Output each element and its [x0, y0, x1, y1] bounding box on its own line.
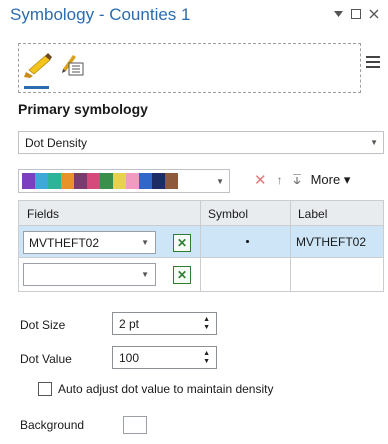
field-dropdown[interactable]: ▼ [23, 263, 156, 286]
column-divider [290, 201, 291, 291]
primary-symbology-heading: Primary symbology [18, 101, 148, 117]
header-symbol: Symbol [208, 207, 249, 221]
chevron-down-icon: ▼ [141, 270, 149, 279]
dot-size-value: 2 pt [119, 317, 140, 331]
header-label: Label [298, 207, 328, 221]
paint-brush-icon [23, 50, 53, 83]
table-row[interactable]: ▼ ✕ [19, 258, 383, 290]
color-scheme-dropdown[interactable]: ▼ [18, 169, 230, 193]
symbology-tab-strip [18, 43, 361, 93]
expression-icon[interactable]: ✕ [173, 234, 191, 252]
dot-symbol[interactable] [246, 240, 249, 243]
dot-size-label: Dot Size [20, 318, 66, 332]
fields-table-header: Fields Symbol Label [19, 201, 383, 226]
color-swatch [61, 173, 74, 189]
auto-adjust-label: Auto adjust dot value to maintain densit… [58, 382, 274, 396]
color-swatch [74, 173, 87, 189]
spin-down-icon[interactable]: ▼ [203, 324, 210, 331]
fields-toolbar: ✕ ↑ More ▾ [254, 171, 350, 189]
color-swatch [87, 173, 100, 189]
symbology-type-value: Dot Density [25, 136, 88, 150]
field-value: MVTHEFT02 [29, 236, 100, 250]
color-swatch [165, 173, 178, 189]
remove-x-icon[interactable]: ✕ [254, 171, 267, 189]
spin-up-icon[interactable]: ▲ [203, 316, 210, 323]
chevron-down-icon[interactable] [332, 8, 344, 20]
color-swatch [113, 173, 126, 189]
field-dropdown[interactable]: MVTHEFT02 ▼ [23, 231, 156, 254]
symbology-type-dropdown[interactable]: Dot Density ▼ [18, 131, 384, 154]
color-swatch [22, 173, 35, 189]
more-label: More [310, 172, 341, 187]
color-swatch [152, 173, 165, 189]
dot-value-label: Dot Value [20, 352, 72, 366]
dot-value-value: 100 [119, 351, 140, 365]
color-scheme-swatches [22, 173, 178, 189]
fields-table: Fields Symbol Label MVTHEFT02 ▼ ✕ MVTHEF… [18, 200, 384, 292]
tab-symbol-properties[interactable] [57, 50, 89, 82]
active-tab-indicator [24, 86, 49, 89]
expression-icon[interactable]: ✕ [173, 266, 191, 284]
color-swatch [35, 173, 48, 189]
dot-value-spinner[interactable]: 100 ▲ ▼ [112, 346, 217, 369]
chevron-down-icon: ▼ [370, 138, 378, 147]
tab-primary-symbology[interactable] [22, 50, 54, 82]
auto-adjust-option[interactable]: Auto adjust dot value to maintain densit… [38, 382, 273, 396]
arrow-down-icon[interactable] [292, 173, 301, 187]
auto-adjust-checkbox[interactable] [38, 382, 52, 396]
header-fields: Fields [27, 207, 60, 221]
close-icon[interactable] [368, 8, 380, 20]
dot-size-spinner[interactable]: 2 pt ▲ ▼ [112, 312, 217, 335]
field-label[interactable]: MVTHEFT02 [296, 235, 366, 249]
spin-down-icon[interactable]: ▼ [203, 358, 210, 365]
column-divider [200, 201, 201, 291]
color-swatch [48, 173, 61, 189]
pane-titlebar: Symbology - Counties 1 [0, 0, 388, 34]
window-controls [332, 8, 380, 20]
color-swatch [126, 173, 139, 189]
more-menu-button[interactable]: More ▾ [311, 172, 351, 188]
maximize-icon[interactable] [350, 8, 362, 20]
pane-title: Symbology - Counties 1 [10, 5, 191, 24]
hamburger-menu-icon[interactable] [366, 56, 380, 68]
chevron-down-icon: ▼ [141, 238, 149, 247]
arrow-up-icon[interactable]: ↑ [277, 173, 283, 187]
color-swatch [139, 173, 152, 189]
table-row[interactable]: MVTHEFT02 ▼ ✕ MVTHEFT02 [19, 226, 383, 258]
color-swatch [100, 173, 113, 189]
background-label: Background [20, 418, 85, 432]
spin-up-icon[interactable]: ▲ [203, 350, 210, 357]
symbol-properties-icon [59, 51, 87, 82]
chevron-down-icon: ▼ [216, 177, 224, 186]
background-color-swatch[interactable] [123, 416, 147, 434]
